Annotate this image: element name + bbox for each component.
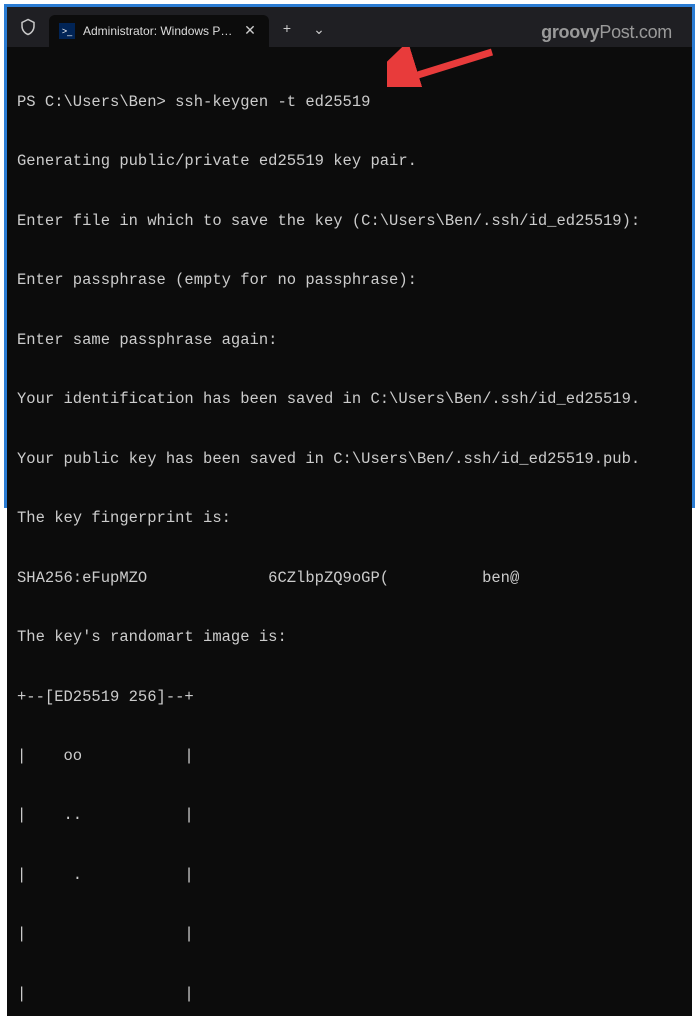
close-icon[interactable]: ✕: [241, 22, 259, 40]
terminal-line: | .. |: [17, 806, 682, 826]
terminal-line: Your identification has been saved in C:…: [17, 390, 682, 410]
terminal-line: | |: [17, 925, 682, 945]
terminal-line: | |: [17, 985, 682, 1005]
terminal-line: Enter file in which to save the key (C:\…: [17, 212, 682, 232]
terminal-line: +--[ED25519 256]--+: [17, 688, 682, 708]
terminal-line: SHA256:eFupMZO 6CZlbpZQ9oGP( ben@: [17, 569, 682, 589]
terminal-line: Enter passphrase (empty for no passphras…: [17, 271, 682, 291]
shield-icon: [19, 18, 37, 36]
terminal-line: The key fingerprint is:: [17, 509, 682, 529]
tab-title: Administrator: Windows Powe: [83, 24, 233, 38]
powershell-icon: >_: [59, 23, 75, 39]
terminal-area[interactable]: PS C:\Users\Ben> ssh-keygen -t ed25519 G…: [7, 47, 692, 1016]
terminal-line: | . |: [17, 866, 682, 886]
tab-powershell[interactable]: >_ Administrator: Windows Powe ✕: [49, 15, 269, 47]
terminal-line: PS C:\Users\Ben> ssh-keygen -t ed25519: [17, 93, 682, 113]
terminal-line: The key's randomart image is:: [17, 628, 682, 648]
new-tab-button[interactable]: +: [273, 16, 301, 44]
terminal-line: Enter same passphrase again:: [17, 331, 682, 351]
titlebar: >_ Administrator: Windows Powe ✕ + ⌄ gro…: [7, 7, 692, 47]
watermark: groovyPost.com: [541, 22, 672, 43]
terminal-line: Generating public/private ed25519 key pa…: [17, 152, 682, 172]
annotation-arrow-icon: [387, 47, 497, 87]
window-frame: >_ Administrator: Windows Powe ✕ + ⌄ gro…: [4, 4, 695, 508]
tab-dropdown-button[interactable]: ⌄: [305, 16, 333, 44]
terminal-line: | oo |: [17, 747, 682, 767]
terminal-line: Your public key has been saved in C:\Use…: [17, 450, 682, 470]
